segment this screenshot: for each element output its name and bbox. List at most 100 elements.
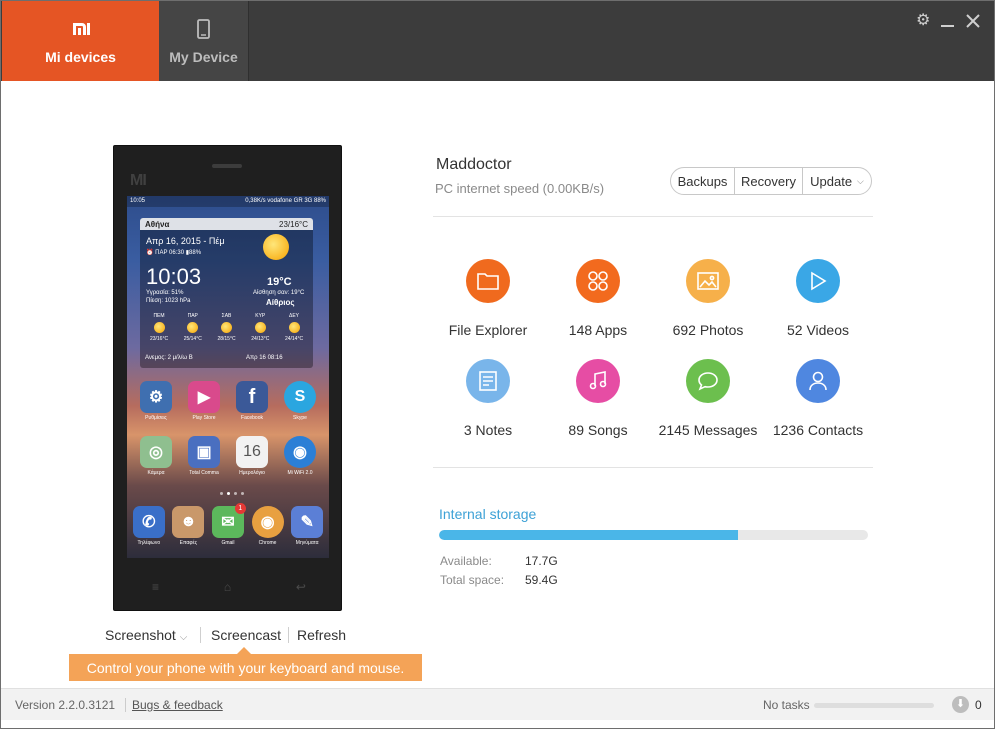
contacts-app-icon: ☻: [172, 506, 205, 538]
app-label: Ημερολόγιο: [239, 470, 265, 476]
app-facebook[interactable]: f Facebook: [231, 381, 273, 421]
tile-label: 1236 Contacts: [772, 422, 864, 438]
gear-icon[interactable]: ⚙: [916, 13, 930, 29]
dock-phone[interactable]: ✆ Τηλέφωνο: [129, 506, 169, 546]
refresh-button[interactable]: Refresh: [297, 627, 346, 645]
songs-tile[interactable]: 89 Songs: [538, 359, 658, 438]
available-value: 17.7G: [525, 554, 558, 568]
app-label: Μηνύματα: [295, 540, 319, 546]
download-icon[interactable]: ⬇: [952, 696, 969, 713]
camera-app-icon: ◎: [140, 436, 172, 468]
sun-icon: [221, 322, 232, 333]
dock: ✆ Τηλέφωνο ☻ Επαφές ✉ Gmail 1 ◉ Chrome ✎ Μηνύ…: [129, 503, 327, 546]
weather-condition: Αίθριος: [266, 298, 295, 307]
app-label: Total Comma: [189, 470, 219, 476]
play-store-icon: ▶: [188, 381, 220, 413]
recovery-button[interactable]: Recovery: [735, 168, 803, 194]
tab-mi-devices[interactable]: Mi devices: [2, 1, 159, 81]
app-calendar[interactable]: 16 Ημερολόγιο: [231, 436, 273, 476]
app-camera[interactable]: ◎ Κάμερα: [135, 436, 177, 476]
storage-title: Internal storage: [439, 506, 537, 522]
divider: [433, 467, 873, 468]
update-button[interactable]: Update ⌵: [803, 168, 871, 194]
app-label: Mi WiFi 2.0: [287, 470, 313, 476]
phone-brand-logo: MI: [130, 172, 147, 189]
weather-range: 23/16°C: [279, 220, 308, 229]
settings-app-icon: ⚙: [140, 381, 172, 413]
app-settings[interactable]: ⚙ Ρυθμίσεις: [135, 381, 177, 421]
photo-icon: [686, 259, 730, 303]
app-label: Τηλέφωνο: [137, 540, 161, 546]
message-icon: [686, 359, 730, 403]
photos-tile[interactable]: 692 Photos: [648, 259, 768, 338]
screenshot-button[interactable]: Screenshot ⌵: [105, 627, 187, 645]
status-footer: Version 2.2.0.3121 Bugs & feedback No ta…: [1, 688, 994, 720]
videos-tile[interactable]: 52 Videos: [758, 259, 878, 338]
minimize-icon[interactable]: [941, 13, 954, 33]
tab-label: Mi devices: [45, 48, 116, 65]
dock-gmail[interactable]: ✉ Gmail 1: [208, 503, 248, 546]
app-skype[interactable]: S Skype: [279, 381, 321, 421]
notification-badge: 1: [234, 503, 246, 514]
chevron-down-icon: ⌵: [179, 632, 188, 643]
app-mi-wifi[interactable]: ◉ Mi WiFi 2.0: [279, 436, 321, 476]
backups-button[interactable]: Backups: [671, 168, 735, 194]
weather-location: Αθήνα: [145, 220, 170, 229]
weather-humidity: Υγρασία: 51%: [146, 290, 184, 296]
tile-label: 89 Songs: [568, 422, 628, 438]
sun-icon: [263, 234, 289, 260]
app-total-commander[interactable]: ▣ Total Comma: [183, 436, 225, 476]
app-label: Chrome: [258, 540, 277, 546]
divider: [288, 627, 289, 643]
phone-app-icon: ✆: [132, 506, 165, 538]
skype-icon: S: [284, 381, 316, 413]
wifi-app-icon: ◉: [284, 436, 316, 468]
weather-date: Απρ 16, 2015 - Πέμ: [146, 236, 225, 246]
apps-tile[interactable]: 148 Apps: [538, 259, 658, 338]
total-label: Total space:: [440, 573, 505, 587]
calendar-app-icon: 16: [236, 436, 268, 468]
file-explorer-tile[interactable]: File Explorer: [428, 259, 548, 338]
tab-my-device[interactable]: My Device: [159, 1, 249, 81]
screencast-tooltip: Control your phone with your keyboard an…: [69, 654, 422, 681]
app-label: Ρυθμίσεις: [145, 415, 167, 421]
tab-label: My Device: [169, 48, 238, 65]
notes-tile[interactable]: 3 Notes: [428, 359, 548, 438]
app-row: ◎ Κάμερα ▣ Total Comma 16 Ημερολόγιο ◉ Mi Wi…: [135, 436, 321, 476]
phone-status-bar: 10:05 0,38K/s vodafone GR 3G 88%: [127, 196, 329, 207]
dock-chrome[interactable]: ◉ Chrome: [248, 506, 288, 546]
weather-alarm: ⏰ ΠΑΡ 06:30 ▮88%: [146, 250, 202, 256]
app-row: ⚙ Ρυθμίσεις ▶ Play Store f Facebook S Skype: [135, 381, 321, 421]
app-label: Κάμερα: [147, 470, 165, 476]
phone-nav-keys: ≡ ⌂ ↩: [152, 580, 306, 594]
tile-label: 148 Apps: [568, 322, 628, 338]
forecast-day: ΠΕΜ 23/16°C: [149, 313, 169, 342]
contacts-tile[interactable]: 1236 Contacts: [758, 359, 878, 438]
top-bar: Mi devices My Device ⚙: [1, 1, 994, 81]
bugs-feedback-link[interactable]: Bugs & feedback: [132, 698, 223, 712]
dock-messenger[interactable]: ✎ Μηνύματα: [287, 506, 327, 546]
forecast-day: ΚΥΡ 24/13°C: [251, 313, 270, 342]
close-icon[interactable]: [966, 13, 980, 33]
phone-screen[interactable]: 10:05 0,38K/s vodafone GR 3G 88% Αθήνα 2…: [127, 196, 329, 558]
app-label: Skype: [293, 415, 307, 421]
weather-pressure: Πίεση: 1023 hPa: [146, 298, 191, 304]
tile-label: 52 Videos: [786, 322, 849, 338]
app-label: Facebook: [241, 415, 263, 421]
phone-speaker: [212, 164, 242, 168]
messages-tile[interactable]: 2145 Messages: [648, 359, 768, 438]
app-play-store[interactable]: ▶ Play Store: [183, 381, 225, 421]
screenshot-label: Screenshot: [105, 627, 176, 643]
play-icon: [796, 259, 840, 303]
internet-speed: PC internet speed (0.00KB/s): [435, 181, 605, 196]
weather-wind: Ανεμος: 2 μ/λ/ω Β: [145, 355, 193, 361]
device-name: Maddoctor: [436, 156, 512, 173]
dock-contacts[interactable]: ☻ Επαφές: [169, 506, 209, 546]
folder-icon: [466, 259, 510, 303]
sun-icon: [254, 322, 266, 333]
download-count: 0: [975, 698, 982, 712]
mi-logo-icon: [72, 18, 90, 40]
forecast-day: ΔΕΥ 24/14°C: [284, 313, 304, 342]
tasks-status: No tasks: [763, 698, 810, 712]
screencast-button[interactable]: Screencast: [211, 627, 281, 645]
